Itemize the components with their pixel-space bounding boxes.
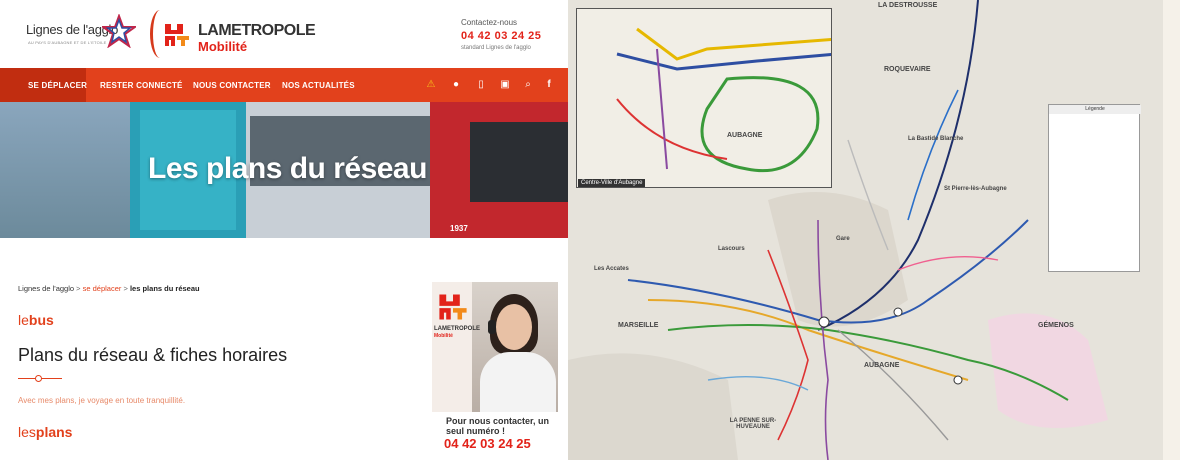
nav-nous-contacter[interactable]: NOUS CONTACTER: [193, 81, 271, 90]
bus-number: 1937: [450, 224, 468, 233]
main-nav: SE DÉPLACER RESTER CONNECTÉ NOUS CONTACT…: [0, 68, 568, 102]
divider-dot: [35, 375, 42, 382]
ad-face: [496, 304, 532, 350]
agglo-logo[interactable]: Lignes de l'agglo AU PAYS D'AUBAGNE ET D…: [22, 14, 140, 54]
place-label: Les Accates: [594, 266, 629, 272]
breadcrumb-home[interactable]: Lignes de l'agglo: [18, 284, 74, 293]
inset-label: Centre-Ville d'Aubagne: [578, 179, 646, 187]
place-label: GÉMENOS: [1038, 322, 1074, 329]
breadcrumb-section[interactable]: se déplacer: [83, 284, 122, 293]
nav-nos-actualites[interactable]: NOS ACTUALITÉS: [282, 81, 355, 90]
heading-divider: [18, 375, 62, 382]
place-label: MARSEILLE: [618, 322, 659, 329]
place-label: ROQUEVAIRE: [884, 66, 931, 73]
agglo-logo-tagline: AU PAYS D'AUBAGNE ET DE L'ETOILE: [28, 40, 107, 45]
warning-icon[interactable]: ⚠: [424, 78, 438, 92]
place-label: La Bastide Blanche: [908, 136, 964, 142]
ad-logo-title: LAMETROPOLE: [434, 326, 480, 332]
page: Lignes de l'agglo AU PAYS D'AUBAGNE ET D…: [0, 0, 1180, 460]
site-header: Lignes de l'agglo AU PAYS D'AUBAGNE ET D…: [0, 0, 568, 68]
place-label: AUBAGNE: [864, 362, 900, 369]
hero-bus-windshield: [470, 122, 568, 202]
kicker-bold: bus: [28, 312, 54, 328]
breadcrumb-current: les plans du réseau: [129, 284, 200, 293]
ad-logo-subtitle: Mobilité: [434, 333, 453, 339]
metropole-logo[interactable]: LAMETROPOLE Mobilité: [150, 10, 316, 60]
place-label: Gare: [836, 236, 850, 242]
map-inset-aubagne[interactable]: AUBAGNE: [576, 8, 832, 188]
chat-icon[interactable]: ●: [449, 78, 463, 92]
nav-rester-connecte[interactable]: RESTER CONNECTÉ: [100, 81, 183, 90]
svg-text:AUBAGNE: AUBAGNE: [727, 132, 763, 139]
section-heading: Plans du réseau & fiches horaires: [18, 345, 288, 365]
ad-body: [480, 352, 556, 412]
intro-text: Avec mes plans, je voyage en toute tranq…: [18, 396, 186, 405]
metropole-mark-icon: [439, 294, 467, 320]
contact-block: Contactez-nous 04 42 03 24 25 standard L…: [461, 18, 561, 51]
place-label: St Pierre-lès-Aubagne: [944, 186, 1007, 192]
facebook-icon[interactable]: f: [542, 78, 556, 92]
map-legend: Légende: [1048, 104, 1141, 272]
inset-lines: AUBAGNE: [577, 9, 831, 187]
page-title: Les plans du réseau: [148, 152, 427, 185]
headset-icon: [488, 320, 496, 334]
search-icon[interactable]: ⌕: [521, 78, 535, 92]
ad-cta-text: Pour nous contacter, un seul numéro !: [446, 416, 550, 436]
map-edge-strip: [1163, 0, 1180, 460]
nav-se-deplacer[interactable]: SE DÉPLACER: [0, 68, 87, 102]
kicker-light: le: [18, 312, 29, 328]
kicker-light: les: [18, 424, 36, 440]
breadcrumb: Lignes de l'agglo > se déplacer > les pl…: [18, 284, 200, 293]
contact-label: Contactez-nous: [461, 18, 518, 27]
section-kicker-bus: lebus: [18, 312, 54, 328]
hero-tram: [0, 102, 132, 238]
place-label: LA PENNE SUR-HUVEAUNE: [729, 418, 777, 430]
hero-banner: 1937 Les plans du réseau: [0, 102, 568, 238]
place-label: LA DESTROUSSE: [878, 2, 938, 9]
ad-cta-phone[interactable]: 04 42 03 24 25: [444, 436, 531, 451]
star-icon: [102, 14, 136, 48]
place-label: Lascours: [718, 246, 745, 252]
network-map[interactable]: AUBAGNE Centre-Ville d'Aubagne Légende L…: [568, 0, 1180, 460]
legend-title: Légende: [1049, 105, 1141, 114]
contact-ad[interactable]: LAMETROPOLE Mobilité Pour nous contacter…: [432, 282, 558, 460]
mobile-icon[interactable]: ▯: [474, 78, 488, 92]
metropole-logo-title: LAMETROPOLE: [198, 22, 316, 39]
contact-phone[interactable]: 04 42 03 24 25: [461, 30, 561, 42]
kicker-bold: plans: [35, 424, 73, 440]
bus-icon[interactable]: ▣: [498, 78, 512, 92]
section-kicker-plans: lesplans: [18, 424, 72, 440]
metropole-logo-subtitle: Mobilité: [198, 39, 248, 54]
metropole-mark-icon: [165, 24, 189, 46]
contact-sub: standard Lignes de l'agglo: [461, 45, 531, 51]
website-panel: Lignes de l'agglo AU PAYS D'AUBAGNE ET D…: [0, 0, 568, 460]
